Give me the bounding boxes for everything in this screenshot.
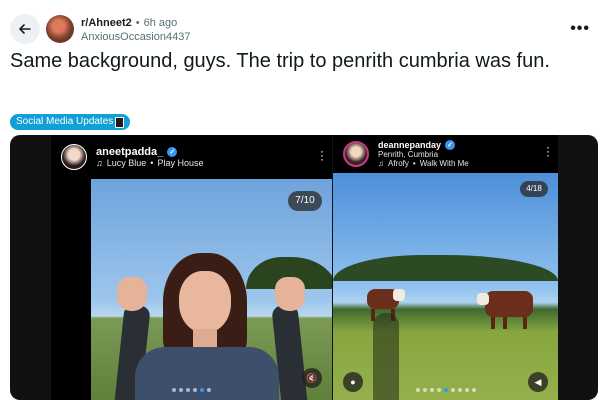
post-time: 6h ago bbox=[143, 17, 178, 29]
cow-left bbox=[367, 289, 405, 321]
story-avatar bbox=[343, 141, 369, 167]
user-icon: ● bbox=[343, 372, 363, 392]
person-face bbox=[179, 271, 231, 333]
subreddit-link[interactable]: r/Ahneet2 bbox=[81, 16, 132, 30]
music-separator: • bbox=[150, 158, 154, 168]
progress-dot bbox=[450, 388, 455, 392]
progress-dot bbox=[436, 388, 441, 392]
story-music: ♫ Lucy Blue • Play House bbox=[96, 158, 203, 168]
progress-dot bbox=[207, 388, 211, 392]
left-story-screenshot: aneetpadda_ ✓ ♫ Lucy Blue • Play House ·… bbox=[51, 135, 332, 400]
song-artist: Play House bbox=[157, 158, 204, 168]
story-username: aneetpadda_ bbox=[96, 146, 164, 158]
person-hand-left bbox=[117, 277, 147, 311]
person-top bbox=[135, 347, 279, 400]
story-counter: 7/10 bbox=[288, 191, 322, 211]
progress-dot bbox=[179, 388, 183, 392]
speaker-muted-icon: ◀ bbox=[528, 372, 548, 392]
story-music: ♫ Afrofy • Walk With Me bbox=[378, 159, 469, 168]
tree-line bbox=[333, 255, 558, 281]
right-story-screenshot: deannepanday ✓ Penrith, Cumbria ♫ Afrofy… bbox=[333, 135, 558, 400]
song-artist: Walk With Me bbox=[419, 159, 469, 168]
post-title: Same background, guys. The trip to penri… bbox=[10, 50, 550, 72]
verified-badge-icon: ✓ bbox=[445, 140, 456, 150]
subreddit-avatar[interactable] bbox=[46, 15, 74, 43]
progress-dot bbox=[186, 388, 190, 392]
speaker-muted-icon: 🔇 bbox=[302, 368, 322, 388]
progress-dot bbox=[471, 388, 476, 392]
story-username: deannepanday bbox=[378, 140, 442, 150]
more-options-button[interactable]: ••• bbox=[570, 20, 590, 38]
person-hand-right bbox=[275, 277, 305, 311]
story-menu-icon: · · · bbox=[320, 144, 324, 166]
story-counter: 4/18 bbox=[520, 181, 548, 197]
flair-label: Social Media Updates bbox=[16, 116, 114, 127]
progress-dot bbox=[415, 388, 420, 392]
story-menu-icon: · · · bbox=[546, 140, 550, 162]
story-header: aneetpadda_ ✓ ♫ Lucy Blue • Play House ·… bbox=[51, 135, 332, 179]
progress-dot bbox=[422, 388, 427, 392]
post-flair[interactable]: Social Media Updates bbox=[10, 114, 131, 130]
arrow-left-icon bbox=[19, 24, 31, 34]
story-location: Penrith, Cumbria bbox=[378, 150, 439, 159]
song-title: Afrofy bbox=[388, 159, 409, 168]
story-avatar bbox=[61, 144, 87, 170]
progress-dot bbox=[464, 388, 469, 392]
verified-badge-icon: ✓ bbox=[167, 147, 178, 157]
song-title: Lucy Blue bbox=[106, 158, 147, 168]
author-link[interactable]: AnxiousOccasion4437 bbox=[81, 30, 190, 44]
progress-dot bbox=[443, 388, 448, 392]
music-note-icon: ♫ bbox=[378, 159, 384, 168]
progress-dot bbox=[457, 388, 462, 392]
post-media[interactable]: aneetpadda_ ✓ ♫ Lucy Blue • Play House ·… bbox=[10, 135, 598, 400]
meta-separator: • bbox=[135, 17, 140, 29]
back-button[interactable] bbox=[10, 14, 40, 44]
cow-right bbox=[477, 291, 533, 329]
story-progress-dots bbox=[51, 388, 332, 392]
tv-emoji-icon bbox=[115, 116, 125, 128]
progress-dot bbox=[200, 388, 204, 392]
dark-overlay bbox=[51, 179, 91, 400]
progress-dot bbox=[172, 388, 176, 392]
story-photo bbox=[333, 173, 558, 400]
music-note-icon: ♫ bbox=[96, 158, 103, 168]
post-meta: r/Ahneet2 • 6h ago AnxiousOccasion4437 bbox=[81, 16, 190, 44]
music-separator: • bbox=[412, 159, 416, 168]
progress-dot bbox=[193, 388, 197, 392]
story-progress-dots bbox=[333, 388, 558, 392]
story-header: deannepanday ✓ Penrith, Cumbria ♫ Afrofy… bbox=[333, 135, 558, 173]
progress-dot bbox=[429, 388, 434, 392]
story-photo bbox=[51, 179, 332, 400]
more-dots-icon: ••• bbox=[570, 20, 590, 37]
photographer-shadow bbox=[373, 313, 399, 400]
